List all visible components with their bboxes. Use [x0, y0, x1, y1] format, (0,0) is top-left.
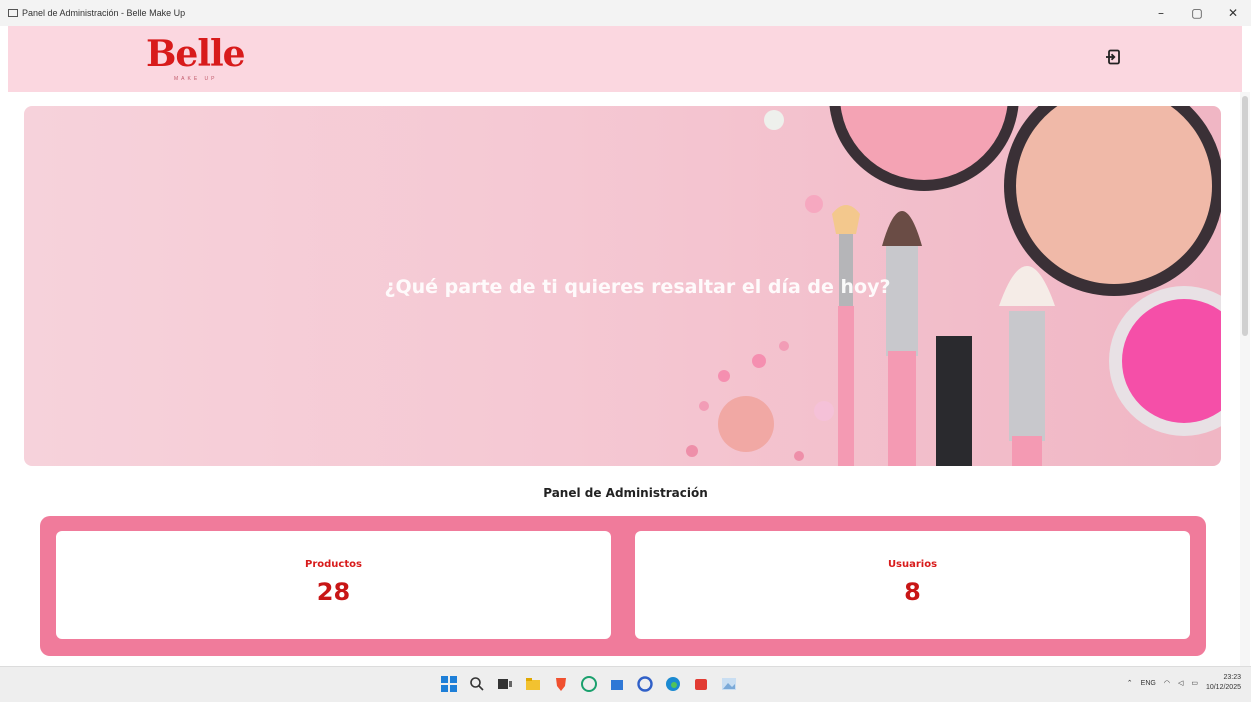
stat-card-products[interactable]: Productos 28 — [56, 531, 611, 639]
battery-icon[interactable]: ▭ — [1191, 679, 1198, 687]
clock-time: 23:23 — [1223, 674, 1241, 681]
clock-date: 10/12/2025 — [1205, 684, 1241, 691]
app-header: Belle MAKE UP — [8, 26, 1242, 92]
window-titlebar: Panel de Administración - Belle Make Up … — [0, 0, 1251, 26]
app-icon-red[interactable] — [692, 675, 710, 693]
windows-taskbar: ⌃ ENG ◠ ◁ ▭ 23:23 10/12/2025 — [0, 666, 1251, 702]
logout-button[interactable] — [1102, 46, 1124, 68]
search-icon[interactable] — [468, 675, 486, 693]
file-explorer-icon[interactable] — [524, 675, 542, 693]
brave-browser-icon[interactable] — [552, 675, 570, 693]
hero-text: ¿Qué parte de ti quieres resaltar el día… — [384, 276, 891, 298]
clock[interactable]: 23:23 10/12/2025 — [1206, 673, 1241, 693]
hero-banner: ¿Qué parte de ti quieres resaltar el día… — [24, 106, 1221, 466]
edge-icon[interactable] — [664, 675, 682, 693]
stat-label: Usuarios — [887, 559, 938, 570]
stat-card-users[interactable]: Usuarios 8 — [635, 531, 1190, 639]
logout-icon — [1106, 49, 1120, 65]
window-title: Panel de Administración - Belle Make Up — [22, 8, 186, 18]
taskbar-icons — [440, 675, 738, 693]
stat-label: Productos — [305, 559, 362, 570]
app-window-icon — [8, 9, 18, 17]
minimize-button[interactable]: – — [1143, 0, 1179, 26]
stat-value: 28 — [316, 578, 351, 606]
image-app-icon[interactable] — [720, 675, 738, 693]
chevron-up-icon[interactable]: ⌃ — [1127, 679, 1133, 687]
task-view-icon[interactable] — [496, 675, 514, 693]
windows-start-icon[interactable] — [440, 675, 458, 693]
stat-value: 8 — [904, 578, 921, 606]
page-title: Panel de Administración — [543, 486, 708, 500]
chat-app-icon[interactable] — [580, 675, 598, 693]
store-icon[interactable] — [608, 675, 626, 693]
window-controls: – ▢ ✕ — [1143, 0, 1251, 26]
volume-icon[interactable]: ◁ — [1178, 679, 1183, 687]
stats-panel: Productos 28 Usuarios 8 — [40, 516, 1206, 656]
scrollbar-thumb[interactable] — [1242, 96, 1248, 336]
logo-subtext: MAKE UP — [174, 76, 218, 82]
wifi-icon[interactable]: ◠ — [1164, 679, 1170, 687]
browser-icon[interactable] — [636, 675, 654, 693]
close-button[interactable]: ✕ — [1215, 0, 1251, 26]
brand-logo[interactable]: Belle MAKE UP — [146, 34, 266, 90]
system-tray: ⌃ ENG ◠ ◁ ▭ 23:23 10/12/2025 — [1127, 673, 1241, 693]
language-indicator[interactable]: ENG — [1141, 680, 1156, 687]
maximize-button[interactable]: ▢ — [1179, 0, 1215, 26]
logo-text: Belle — [146, 33, 246, 75]
